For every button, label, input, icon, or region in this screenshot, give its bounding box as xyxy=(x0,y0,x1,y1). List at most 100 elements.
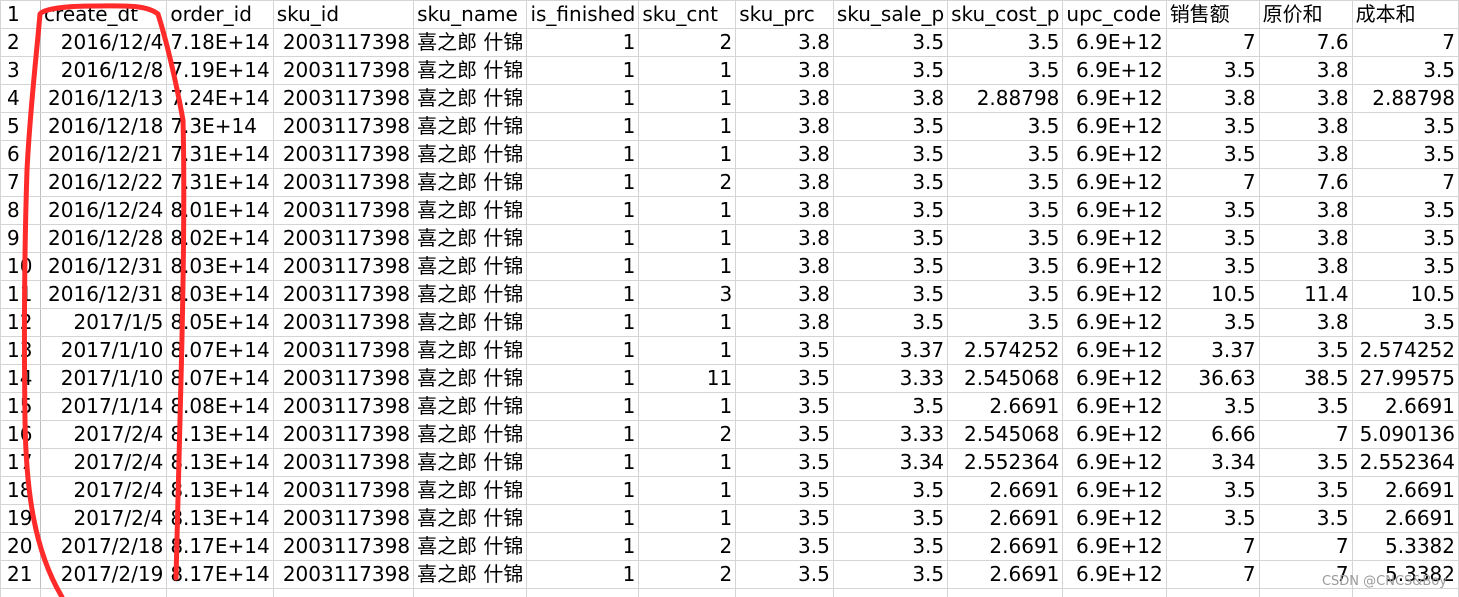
row-number[interactable]: 2 xyxy=(0,28,42,57)
table-cell[interactable]: 2.88798 xyxy=(1351,84,1459,113)
table-cell[interactable]: 喜之郎 什锦 xyxy=(413,504,528,533)
table-cell[interactable]: 6.9E+12 xyxy=(1062,420,1167,449)
table-cell[interactable]: 2016/12/31 xyxy=(40,280,168,309)
table-cell[interactable]: 2003117398 xyxy=(272,560,415,589)
table-cell[interactable]: 3.5 xyxy=(832,308,949,337)
table-cell[interactable]: 2003117398 xyxy=(272,420,415,449)
table-cell[interactable]: 3.5 xyxy=(1165,140,1260,169)
table-cell[interactable]: 3.5 xyxy=(832,28,949,57)
table-cell[interactable]: 1 xyxy=(526,28,640,57)
table-cell[interactable]: 2003117398 xyxy=(272,392,415,421)
table-cell[interactable]: 喜之郎 什锦 xyxy=(413,420,528,449)
column-header-cell[interactable]: 销售额 xyxy=(1165,0,1260,29)
table-cell[interactable]: 2.545068 xyxy=(947,364,1064,393)
table-cell[interactable]: 2003117398 xyxy=(272,532,415,561)
table-cell[interactable]: 3.8 xyxy=(735,280,834,309)
table-cell[interactable]: 2.545068 xyxy=(947,420,1064,449)
table-cell[interactable]: 1 xyxy=(526,224,640,253)
table-cell[interactable]: 2 xyxy=(638,532,737,561)
table-cell[interactable]: 7.31E+14 xyxy=(166,140,274,169)
table-cell[interactable]: 喜之郎 什锦 xyxy=(413,112,528,141)
table-cell[interactable]: 3.5 xyxy=(735,560,834,589)
table-cell[interactable]: 2003117398 xyxy=(272,448,415,477)
table-cell[interactable]: 喜之郎 什锦 xyxy=(413,308,528,337)
table-cell[interactable]: 2017/1/5 xyxy=(40,308,168,337)
table-cell[interactable]: 1 xyxy=(638,140,737,169)
table-cell[interactable]: 1 xyxy=(638,336,737,365)
table-cell[interactable]: 3.5 xyxy=(832,560,949,589)
table-cell[interactable]: 3.8 xyxy=(735,224,834,253)
table-cell[interactable]: 2.6691 xyxy=(1351,476,1459,505)
table-cell[interactable]: 7.6 xyxy=(1258,168,1353,197)
table-cell[interactable] xyxy=(272,588,415,597)
table-cell[interactable]: 3.5 xyxy=(832,140,949,169)
table-cell[interactable]: 2.6691 xyxy=(947,560,1064,589)
table-cell[interactable]: 7 xyxy=(1258,420,1353,449)
table-cell[interactable]: 7.6 xyxy=(1258,28,1353,57)
table-cell[interactable]: 3.5 xyxy=(735,532,834,561)
row-number[interactable]: 4 xyxy=(0,84,42,113)
table-cell[interactable]: 2.574252 xyxy=(947,336,1064,365)
table-cell[interactable] xyxy=(413,588,528,597)
table-cell[interactable]: 1 xyxy=(526,168,640,197)
table-cell[interactable]: 1 xyxy=(638,476,737,505)
table-cell[interactable]: 3.5 xyxy=(947,140,1064,169)
table-cell[interactable]: 3.5 xyxy=(832,392,949,421)
row-number[interactable]: 1 xyxy=(0,0,42,29)
table-cell[interactable]: 3.37 xyxy=(832,336,949,365)
table-cell[interactable]: 2.6691 xyxy=(947,476,1064,505)
table-cell[interactable]: 38.5 xyxy=(1258,364,1353,393)
table-cell[interactable]: 3.5 xyxy=(832,56,949,85)
table-cell[interactable]: 7.18E+14 xyxy=(166,28,274,57)
table-cell[interactable]: 3.8 xyxy=(735,56,834,85)
table-cell[interactable]: 2016/12/4 xyxy=(40,28,168,57)
table-cell[interactable]: 1 xyxy=(526,84,640,113)
column-header-cell[interactable]: sku_cnt xyxy=(638,0,737,29)
table-cell[interactable]: 1 xyxy=(526,280,640,309)
table-cell[interactable]: 喜之郎 什锦 xyxy=(413,224,528,253)
table-cell[interactable]: 5.090136 xyxy=(1351,420,1459,449)
table-cell[interactable]: 6.9E+12 xyxy=(1062,448,1167,477)
table-cell[interactable]: 10.5 xyxy=(1165,280,1260,309)
table-cell[interactable] xyxy=(638,588,737,597)
table-cell[interactable]: 1 xyxy=(526,532,640,561)
table-cell[interactable]: 2.6691 xyxy=(947,392,1064,421)
column-header-cell[interactable]: sku_sale_p xyxy=(832,0,949,29)
table-cell[interactable]: 3.5 xyxy=(1165,392,1260,421)
table-cell[interactable]: 喜之郎 什锦 xyxy=(413,336,528,365)
table-cell[interactable]: 喜之郎 什锦 xyxy=(413,140,528,169)
table-cell[interactable]: 1 xyxy=(526,112,640,141)
table-cell[interactable]: 3.5 xyxy=(1258,336,1353,365)
table-cell[interactable]: 1 xyxy=(638,112,737,141)
table-cell[interactable]: 7 xyxy=(1165,532,1260,561)
table-cell[interactable]: 2003117398 xyxy=(272,196,415,225)
row-number[interactable]: 8 xyxy=(0,196,42,225)
table-cell[interactable]: 3.5 xyxy=(735,392,834,421)
table-cell[interactable]: 3 xyxy=(638,280,737,309)
table-cell[interactable]: 6.9E+12 xyxy=(1062,476,1167,505)
table-cell[interactable]: 1 xyxy=(526,448,640,477)
table-cell[interactable]: 喜之郎 什锦 xyxy=(413,476,528,505)
table-cell[interactable]: 6.9E+12 xyxy=(1062,112,1167,141)
table-cell[interactable]: 10.5 xyxy=(1351,280,1459,309)
table-cell[interactable]: 1 xyxy=(526,196,640,225)
table-cell[interactable]: 3.5 xyxy=(1258,504,1353,533)
table-cell[interactable]: 1 xyxy=(526,252,640,281)
table-cell[interactable]: 3.5 xyxy=(947,112,1064,141)
table-cell[interactable]: 7 xyxy=(1165,28,1260,57)
column-header-cell[interactable]: sku_prc xyxy=(735,0,834,29)
row-number[interactable]: 6 xyxy=(0,140,42,169)
table-cell[interactable]: 1 xyxy=(526,504,640,533)
table-cell[interactable] xyxy=(832,588,949,597)
table-cell[interactable]: 3.5 xyxy=(832,196,949,225)
table-cell[interactable]: 3.8 xyxy=(735,84,834,113)
table-cell[interactable]: 3.5 xyxy=(947,196,1064,225)
table-cell[interactable]: 8.13E+14 xyxy=(166,448,274,477)
column-header-cell[interactable]: create_dt xyxy=(40,0,168,29)
table-cell[interactable]: 喜之郎 什锦 xyxy=(413,252,528,281)
table-cell[interactable]: 1 xyxy=(526,308,640,337)
table-cell[interactable]: 3.5 xyxy=(947,280,1064,309)
table-cell[interactable] xyxy=(166,588,274,597)
table-cell[interactable]: 喜之郎 什锦 xyxy=(413,392,528,421)
table-cell[interactable]: 8.01E+14 xyxy=(166,196,274,225)
